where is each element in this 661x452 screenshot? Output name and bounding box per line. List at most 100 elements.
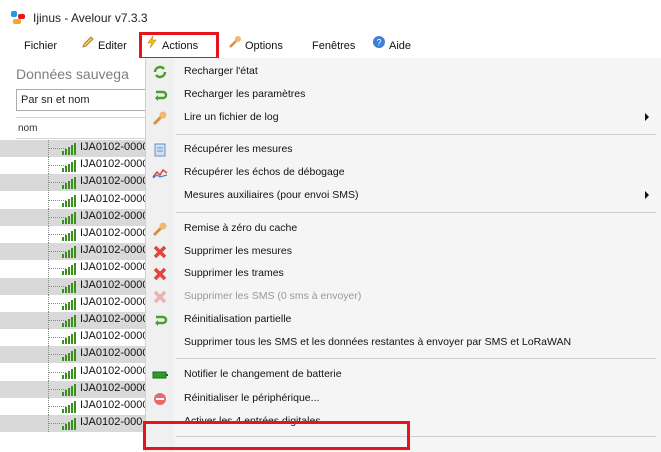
tree-row[interactable]: IJA0102-0000 — [0, 243, 149, 261]
menu-item-label: Recharger les paramètres — [184, 88, 306, 100]
menu-item-label: Réinitialiser le périphérique... — [184, 392, 320, 404]
reload-icon — [152, 87, 168, 103]
tree-row[interactable]: IJA0102-0000 — [0, 312, 149, 329]
wrench-icon — [228, 34, 242, 58]
pencil-icon — [81, 34, 95, 58]
delete-icon — [152, 289, 168, 305]
tree-row[interactable]: IJA0102-0000 — [0, 140, 149, 157]
tree-row-label: IJA0102-0000 — [80, 175, 149, 188]
sort-combo[interactable]: Par sn et nom — [16, 89, 146, 111]
menu-item-3[interactable]: Lire un fichier de log — [146, 107, 661, 129]
tree-row-label: IJA0102-0000 — [80, 192, 149, 205]
tree-row[interactable]: IJA0102-0000 — [0, 329, 149, 347]
menu-item-5[interactable]: Récupérer les échos de débogage — [146, 162, 661, 184]
tree-row[interactable]: IJA0102-0000 — [0, 208, 149, 226]
menu-item-label: Lire un fichier de log — [184, 111, 279, 123]
menu-fichier-label: Fichier — [24, 40, 58, 52]
menu-item-2[interactable]: Recharger les paramètres — [146, 84, 661, 106]
signal-icon — [62, 211, 76, 224]
menu-item-12[interactable]: Supprimer tous les SMS et les données re… — [146, 332, 661, 354]
menu-item-4[interactable]: Récupérer les mesures — [146, 139, 661, 161]
menu-separator — [176, 134, 656, 135]
tree-row-label: IJA0102-0000 — [80, 227, 149, 239]
menu-item-label: Supprimer les mesures — [184, 245, 292, 257]
signal-icon — [62, 383, 76, 396]
tree-row[interactable]: IJA0102-0000 — [0, 380, 149, 398]
app-logo-icon — [11, 11, 27, 25]
tree-row[interactable]: IJA0102-0000 — [0, 191, 149, 209]
window-title: Ijinus - Avelour v7.3.3 — [33, 11, 148, 25]
menu-aide[interactable]: ? Aide — [372, 34, 411, 58]
menu-fichier[interactable]: Fichier — [24, 34, 57, 58]
menu-item-label: Supprimer les SMS (0 sms à envoyer) — [184, 290, 362, 302]
menu-item-11[interactable]: Réinitialisation partielle — [146, 309, 661, 331]
menu-item-label: Récupérer les échos de débogage — [184, 166, 345, 178]
tree-row[interactable]: IJA0102-0000 — [0, 363, 149, 381]
wrench-icon — [152, 110, 168, 126]
battery-icon — [152, 367, 168, 383]
menu-item-label: Récupérer les mesures — [184, 143, 293, 155]
menu-item-label: Réinitialisation partielle — [184, 313, 292, 325]
menu-item-7[interactable]: Remise à zéro du cache — [146, 218, 661, 240]
signal-icon — [62, 418, 76, 431]
signal-icon — [62, 366, 76, 379]
tree-row-label: IJA0102-0000 — [80, 261, 149, 274]
panel-title: Données sauvega — [16, 66, 129, 82]
tree-row[interactable]: IJA0102-0000 — [0, 277, 149, 295]
menu-separator — [176, 358, 656, 359]
tree-row-label: IJA0102-0000 — [80, 330, 149, 343]
menu-item-label: Mesures auxiliaires (pour envoi SMS) — [184, 189, 359, 201]
tree-row[interactable]: IJA0102-0000 — [0, 398, 149, 415]
title-bar: Ijinus - Avelour v7.3.3 — [0, 0, 661, 34]
tree-row[interactable]: IJA0102-0000 — [0, 174, 149, 192]
menu-item-label: Notifier le changement de batterie — [184, 368, 342, 380]
menu-editer-label: Editer — [98, 40, 127, 52]
submenu-arrow-icon — [645, 113, 649, 121]
menu-editer[interactable]: Editer — [81, 34, 127, 58]
column-header-nom[interactable]: nom — [16, 117, 151, 139]
tree-row-label: IJA0102-0000 — [80, 209, 149, 222]
tree-row-label: IJA0102-0000 — [80, 399, 149, 411]
menu-item-14[interactable]: Réinitialiser le périphérique... — [146, 388, 661, 410]
tree-row-label: IJA0102-0000 — [80, 141, 149, 153]
saved-data-panel: Données sauvega Par sn et nom nom IJA010… — [0, 58, 151, 452]
menu-item-6[interactable]: Mesures auxiliaires (pour envoi SMS) — [146, 185, 661, 207]
tree-row[interactable]: IJA0102-0000 — [0, 294, 149, 312]
tree-row-label: IJA0102-0000 — [80, 244, 149, 257]
tree-row[interactable]: IJA0102-000 — [0, 415, 145, 433]
menu-item-9[interactable]: Supprimer les trames — [146, 263, 661, 285]
tree-row-label: IJA0102-0000 — [80, 295, 149, 308]
menu-item-label: Remise à zéro du cache — [184, 222, 298, 234]
menu-bar: Fichier Editer Actions Options Fenêtres … — [0, 34, 661, 58]
signal-icon — [62, 280, 76, 293]
actions-menu-highlight — [139, 32, 219, 60]
tree-row-label: IJA0102-0000 — [80, 364, 149, 377]
signal-icon — [62, 246, 76, 259]
document-icon — [152, 142, 168, 158]
svg-text:?: ? — [376, 38, 381, 48]
wrench-icon — [152, 221, 168, 237]
signal-icon — [62, 401, 76, 413]
menu-item-8[interactable]: Supprimer les mesures — [146, 241, 661, 263]
tree-row-label: IJA0102-0000 — [80, 347, 149, 360]
activate-inputs-highlight — [143, 421, 410, 450]
signal-icon — [62, 297, 76, 310]
menu-fenetres-label: Fenêtres — [312, 40, 356, 52]
menu-fenetres[interactable]: Fenêtres — [312, 34, 355, 58]
reset-icon — [152, 391, 168, 407]
help-icon: ? — [372, 34, 386, 58]
tree-row[interactable]: IJA0102-0000 — [0, 346, 149, 364]
tree-row[interactable]: IJA0102-0000 — [0, 226, 149, 243]
menu-item-13[interactable]: Notifier le changement de batterie — [146, 364, 661, 386]
signal-icon — [62, 160, 76, 173]
signal-icon — [62, 194, 76, 207]
signal-icon — [62, 177, 76, 190]
menu-item-1[interactable]: Recharger l'état — [146, 61, 661, 83]
tree-row-label: IJA0102-0000 — [80, 313, 149, 325]
tree-row[interactable]: IJA0102-0000 — [0, 260, 149, 278]
tree-row[interactable]: IJA0102-0000 — [0, 157, 149, 175]
tree-row-label: IJA0102-0000 — [80, 158, 149, 171]
menu-separator — [176, 212, 656, 213]
signal-icon — [62, 349, 76, 362]
menu-options[interactable]: Options — [228, 34, 283, 58]
